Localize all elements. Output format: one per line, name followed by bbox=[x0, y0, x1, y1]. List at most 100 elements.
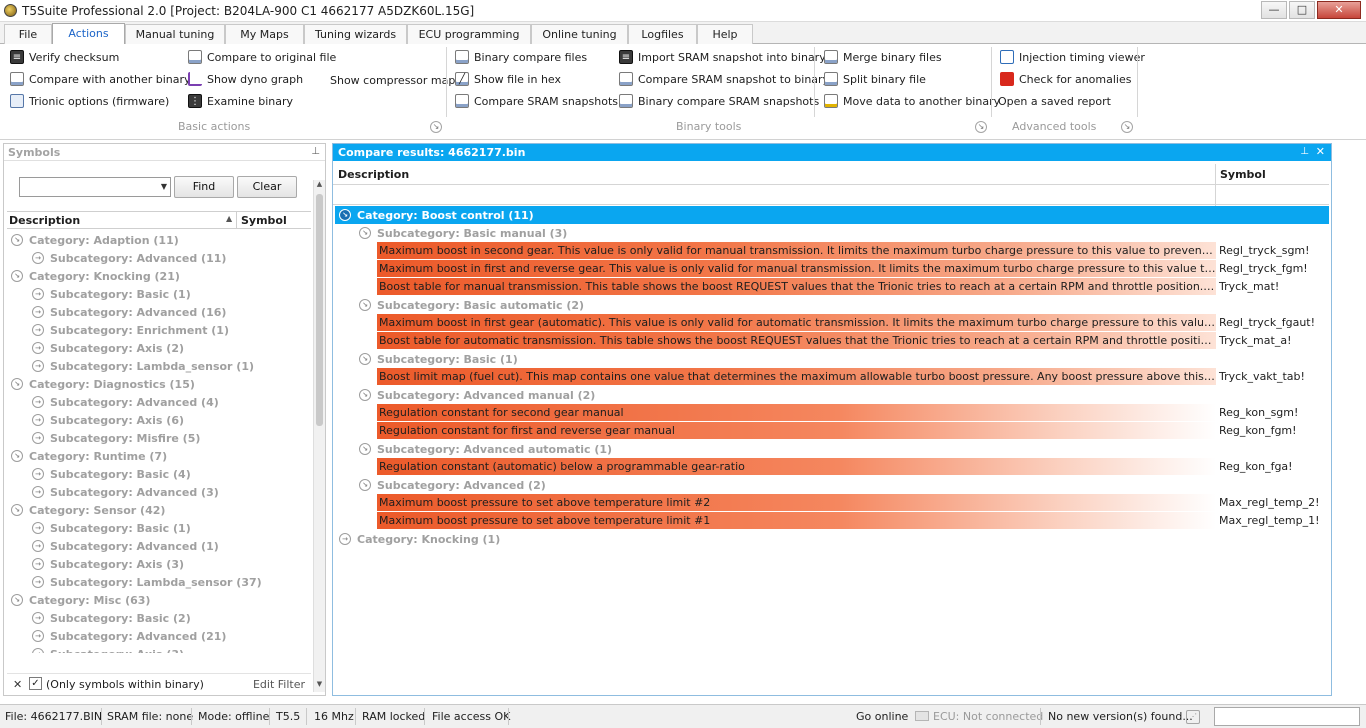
scroll-up-icon[interactable]: ▲ bbox=[314, 180, 325, 192]
column-header-symbol[interactable]: Symbol bbox=[1220, 168, 1266, 181]
tree-subcategory-row[interactable]: → Subcategory: Advanced (21) bbox=[7, 627, 311, 645]
collapse-icon[interactable]: ↘ bbox=[359, 227, 371, 239]
expand-icon[interactable]: → bbox=[32, 252, 44, 264]
category-row[interactable]: ↘ Category: Boost control (11) bbox=[335, 206, 1329, 224]
column-header-symbol[interactable]: Symbol bbox=[241, 214, 287, 227]
chevron-down-icon[interactable]: ▼ bbox=[161, 182, 167, 191]
subcategory-row[interactable]: ↘ Subcategory: Basic manual (3) bbox=[359, 224, 567, 242]
subcategory-row[interactable]: ↘ Subcategory: Advanced (2) bbox=[359, 476, 546, 494]
pin-icon[interactable]: ⊥ bbox=[1300, 146, 1309, 157]
category-row[interactable]: → Category: Knocking (1) bbox=[335, 530, 1329, 548]
binary-compare-files-button[interactable]: Binary compare files bbox=[455, 47, 587, 67]
expand-icon[interactable]: → bbox=[32, 486, 44, 498]
subcategory-row[interactable]: ↘ Subcategory: Basic automatic (2) bbox=[359, 296, 584, 314]
only-in-binary-checkbox[interactable]: ✓ bbox=[29, 677, 42, 690]
show-hex-button[interactable]: ╱ Show file in hex bbox=[455, 69, 561, 89]
diff-row[interactable]: Boost table for automatic transmission. … bbox=[377, 332, 1329, 350]
expand-icon[interactable]: → bbox=[32, 540, 44, 552]
collapse-icon[interactable]: ↘ bbox=[359, 353, 371, 365]
import-sram-button[interactable]: ≡ Import SRAM snapshot into binary bbox=[619, 47, 826, 67]
tree-category-row[interactable]: ↘ Category: Adaption (11) bbox=[7, 231, 311, 249]
tree-subcategory-row[interactable]: → Subcategory: Lambda_sensor (37) bbox=[7, 573, 311, 591]
compare-sram-snapshots-button[interactable]: Compare SRAM snapshots bbox=[455, 91, 618, 111]
tree-subcategory-row[interactable]: → Subcategory: Axis (3) bbox=[7, 645, 311, 653]
tab-my-maps[interactable]: My Maps bbox=[225, 24, 304, 44]
compare-original-button[interactable]: Compare to original file bbox=[188, 47, 336, 67]
clear-button[interactable]: Clear bbox=[237, 176, 297, 198]
tab-online-tuning[interactable]: Online tuning bbox=[531, 24, 628, 44]
collapse-icon[interactable]: ↘ bbox=[359, 299, 371, 311]
expand-icon[interactable]: → bbox=[32, 288, 44, 300]
collapse-icon[interactable]: ↘ bbox=[359, 389, 371, 401]
tree-subcategory-row[interactable]: → Subcategory: Axis (6) bbox=[7, 411, 311, 429]
merge-binary-button[interactable]: Merge binary files bbox=[824, 47, 942, 67]
minimize-button[interactable]: — bbox=[1261, 1, 1287, 19]
subcategory-row[interactable]: ↘ Subcategory: Basic (1) bbox=[359, 350, 518, 368]
tab-ecu-programming[interactable]: ECU programming bbox=[407, 24, 531, 44]
diff-row[interactable]: Maximum boost pressure to set above temp… bbox=[377, 494, 1329, 512]
trionic-options-button[interactable]: Trionic options (firmware) bbox=[10, 91, 169, 111]
diff-row[interactable]: Regulation constant (automatic) below a … bbox=[377, 458, 1329, 476]
tab-actions[interactable]: Actions bbox=[52, 23, 125, 45]
subcategory-row[interactable]: ↘ Subcategory: Advanced automatic (1) bbox=[359, 440, 612, 458]
scroll-down-icon[interactable]: ▼ bbox=[314, 680, 325, 692]
expand-icon[interactable]: → bbox=[32, 324, 44, 336]
diff-row[interactable]: Maximum boost in first gear (automatic).… bbox=[377, 314, 1329, 332]
tab-tuning-wizards[interactable]: Tuning wizards bbox=[304, 24, 407, 44]
tree-subcategory-row[interactable]: → Subcategory: Advanced (1) bbox=[7, 537, 311, 555]
clear-filter-icon[interactable]: ✕ bbox=[13, 678, 22, 691]
injection-timing-button[interactable]: Injection timing viewer bbox=[1000, 47, 1145, 67]
pin-icon[interactable]: ⊥ bbox=[311, 146, 320, 157]
expand-icon[interactable]: → bbox=[32, 432, 44, 444]
tree-subcategory-row[interactable]: → Subcategory: Advanced (4) bbox=[7, 393, 311, 411]
symbol-search-input[interactable]: ▼ bbox=[19, 177, 171, 197]
collapse-icon[interactable]: ↘ bbox=[339, 209, 351, 221]
diff-row[interactable]: Regulation constant for second gear manu… bbox=[377, 404, 1329, 422]
move-data-button[interactable]: Move data to another binary bbox=[824, 91, 1000, 111]
status-input-field[interactable] bbox=[1214, 707, 1360, 726]
tree-category-row[interactable]: ↘ Category: Runtime (7) bbox=[7, 447, 311, 465]
tree-category-row[interactable]: ↘ Category: Misc (63) bbox=[7, 591, 311, 609]
tree-category-row[interactable]: ↘ Category: Sensor (42) bbox=[7, 501, 311, 519]
close-icon[interactable]: ✕ bbox=[1316, 145, 1325, 158]
maximize-button[interactable]: □ bbox=[1289, 1, 1315, 19]
expand-icon[interactable]: → bbox=[32, 360, 44, 372]
diff-row[interactable]: Boost table for manual transmission. Thi… bbox=[377, 278, 1329, 296]
diff-row[interactable]: Maximum boost pressure to set above temp… bbox=[377, 512, 1329, 530]
tree-subcategory-row[interactable]: → Subcategory: Basic (4) bbox=[7, 465, 311, 483]
diff-row[interactable]: Regulation constant for first and revers… bbox=[377, 422, 1329, 440]
edit-filter-link[interactable]: Edit Filter bbox=[253, 678, 305, 691]
expand-icon[interactable]: → bbox=[32, 648, 44, 653]
tab-help[interactable]: Help bbox=[697, 24, 753, 44]
expand-icon[interactable]: → bbox=[32, 576, 44, 588]
tree-category-row[interactable]: ↘ Category: Knocking (21) bbox=[7, 267, 311, 285]
column-header-description[interactable]: Description bbox=[9, 214, 80, 227]
expand-icon[interactable]: → bbox=[32, 612, 44, 624]
expand-icon[interactable]: → bbox=[32, 558, 44, 570]
tree-subcategory-row[interactable]: → Subcategory: Enrichment (1) bbox=[7, 321, 311, 339]
split-binary-button[interactable]: Split binary file bbox=[824, 69, 926, 89]
tab-manual-tuning[interactable]: Manual tuning bbox=[125, 24, 225, 44]
scroll-thumb[interactable] bbox=[316, 194, 323, 426]
expand-icon[interactable]: → bbox=[32, 342, 44, 354]
diff-row[interactable]: Maximum boost in first and reverse gear.… bbox=[377, 260, 1329, 278]
collapse-icon[interactable]: ↘ bbox=[11, 450, 23, 462]
expand-icon[interactable]: → bbox=[32, 396, 44, 408]
compare-sram-binary-button[interactable]: Compare SRAM snapshot to binary bbox=[619, 69, 829, 89]
tab-logfiles[interactable]: Logfiles bbox=[628, 24, 697, 44]
binary-compare-sram-button[interactable]: Binary compare SRAM snapshots bbox=[619, 91, 819, 111]
tree-subcategory-row[interactable]: → Subcategory: Advanced (16) bbox=[7, 303, 311, 321]
tree-subcategory-row[interactable]: → Subcategory: Advanced (3) bbox=[7, 483, 311, 501]
expand-basic-icon[interactable]: ↘ bbox=[430, 121, 442, 133]
tree-subcategory-row[interactable]: → Subcategory: Basic (1) bbox=[7, 519, 311, 537]
expand-icon[interactable]: → bbox=[32, 630, 44, 642]
close-button[interactable]: ✕ bbox=[1317, 1, 1361, 19]
examine-binary-button[interactable]: ⋮ Examine binary bbox=[188, 91, 293, 111]
expand-icon[interactable]: → bbox=[32, 468, 44, 480]
symbols-scrollbar[interactable]: ▲ ▼ bbox=[313, 180, 325, 692]
tab-file[interactable]: File bbox=[4, 24, 52, 44]
tree-category-row[interactable]: ↘ Category: Diagnostics (15) bbox=[7, 375, 311, 393]
collapse-icon[interactable]: ↘ bbox=[359, 479, 371, 491]
collapse-icon[interactable]: ↘ bbox=[11, 594, 23, 606]
find-button[interactable]: Find bbox=[174, 176, 234, 198]
